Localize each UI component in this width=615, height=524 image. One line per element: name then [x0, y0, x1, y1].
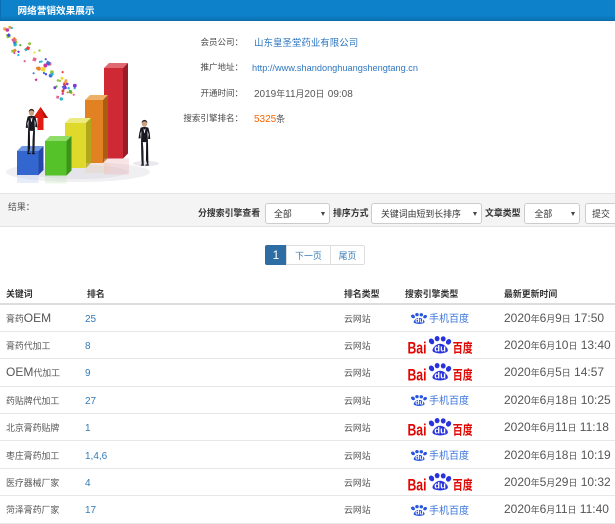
svg-text:du: du: [415, 455, 423, 461]
svg-text:百度: 百度: [453, 338, 472, 355]
svg-text:Bai: Bai: [407, 339, 426, 354]
svg-text:du: du: [434, 343, 446, 354]
svg-text:Bai: Bai: [407, 476, 426, 491]
svg-text:百度: 百度: [453, 420, 472, 437]
svg-text:du: du: [434, 425, 446, 436]
svg-text:du: du: [415, 510, 423, 516]
svg-text:du: du: [415, 400, 423, 406]
svg-text:Bai: Bai: [407, 367, 426, 382]
svg-text:百度: 百度: [453, 365, 472, 382]
svg-text:du: du: [434, 370, 446, 381]
svg-text:百度: 百度: [453, 474, 472, 491]
svg-text:du: du: [434, 480, 446, 491]
svg-text:du: du: [415, 318, 423, 324]
svg-text:Bai: Bai: [407, 421, 426, 436]
